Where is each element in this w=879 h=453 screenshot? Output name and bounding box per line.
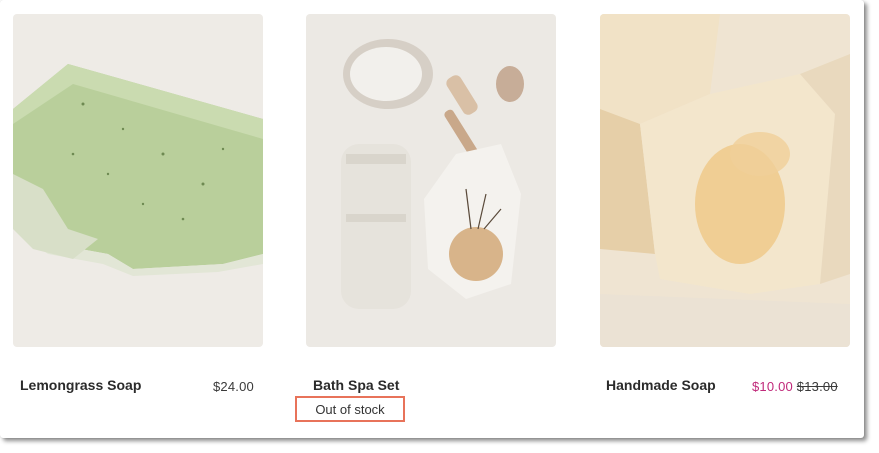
product-name[interactable]: Bath Spa Set <box>313 377 399 393</box>
product-image[interactable] <box>600 14 850 347</box>
product-gallery: Lemongrass Soap $24.00 Bath Spa Set Out … <box>0 0 864 438</box>
product-name[interactable]: Handmade Soap <box>606 377 716 393</box>
product-name[interactable]: Lemongrass Soap <box>20 377 141 393</box>
lemongrass-soap-image <box>13 14 263 347</box>
product-image[interactable] <box>306 14 556 347</box>
handmade-soap-image <box>600 14 850 347</box>
bath-spa-set-image <box>306 14 556 347</box>
out-of-stock-label: Out of stock <box>295 396 405 422</box>
sale-price: $10.00 <box>752 379 793 394</box>
product-price: $24.00 <box>213 379 254 394</box>
product-image[interactable] <box>13 14 263 347</box>
product-price: $10.00 $13.00 <box>752 379 838 394</box>
original-price: $13.00 <box>796 379 838 394</box>
